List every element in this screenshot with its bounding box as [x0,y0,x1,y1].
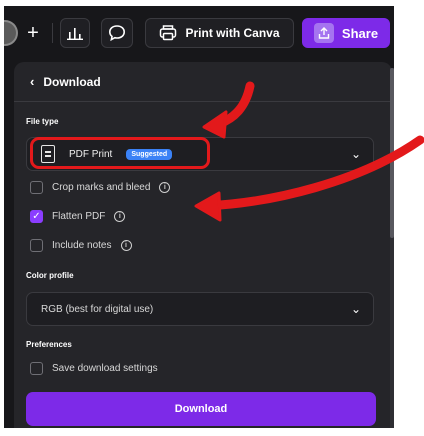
crop-marks-checkbox[interactable] [30,180,43,194]
crop-marks-label: Crop marks and bleed [52,181,151,193]
include-notes-label: Include notes [52,239,112,251]
download-button-label: Download [174,403,228,415]
flatten-pdf-option[interactable]: ✓ Flatten PDF i [30,208,126,224]
insights-button[interactable] [60,18,90,48]
color-profile-value: RGB (best for digital use) [41,303,154,315]
toolbar-divider [52,23,53,43]
user-avatar[interactable] [4,20,18,46]
flatten-pdf-label: Flatten PDF [52,210,106,222]
scrollbar[interactable] [390,68,394,428]
print-icon [160,25,177,41]
scrollbar-thumb[interactable] [390,68,394,238]
panel-header[interactable]: ‹ Download [14,62,392,102]
editor-frame: + Print with Canva Share ‹ Download File… [4,6,394,428]
chevron-down-icon: ⌄ [350,302,361,316]
print-with-canva-button[interactable]: Print with Canva [145,18,294,48]
info-icon[interactable]: i [159,181,171,193]
color-profile-label: Color profile [26,271,74,280]
download-button[interactable]: Download [26,392,376,426]
file-type-label: File type [26,117,59,126]
add-button[interactable]: + [21,18,45,48]
back-chevron-icon[interactable]: ‹ [30,74,34,89]
include-notes-checkbox[interactable] [30,238,43,252]
download-panel: ‹ Download File type PDF Print Suggested… [14,62,392,428]
check-icon: ✓ [32,210,41,222]
annotation-highlight-box [30,137,210,169]
include-notes-option[interactable]: Include notes i [30,237,132,253]
crop-marks-option[interactable]: Crop marks and bleed i [30,179,171,195]
share-label: Share [341,25,379,41]
plus-icon: + [27,21,39,44]
comment-icon [108,25,126,42]
save-settings-checkbox[interactable] [30,361,43,375]
chevron-down-icon: ⌄ [350,147,361,161]
chart-icon [67,28,83,40]
flatten-pdf-checkbox[interactable]: ✓ [30,209,43,223]
share-icon [313,23,334,43]
save-settings-label: Save download settings [52,362,158,374]
preferences-label: Preferences [26,340,72,349]
panel-title: Download [43,74,101,89]
info-icon[interactable]: i [114,210,126,222]
info-icon[interactable]: i [120,239,132,251]
share-button[interactable]: Share [302,18,390,48]
color-profile-select[interactable]: RGB (best for digital use) ⌄ [26,292,374,326]
comment-button[interactable] [101,18,133,48]
save-settings-option[interactable]: Save download settings [30,360,158,376]
top-toolbar: + Print with Canva Share [4,6,394,60]
print-with-canva-label: Print with Canva [185,26,280,40]
